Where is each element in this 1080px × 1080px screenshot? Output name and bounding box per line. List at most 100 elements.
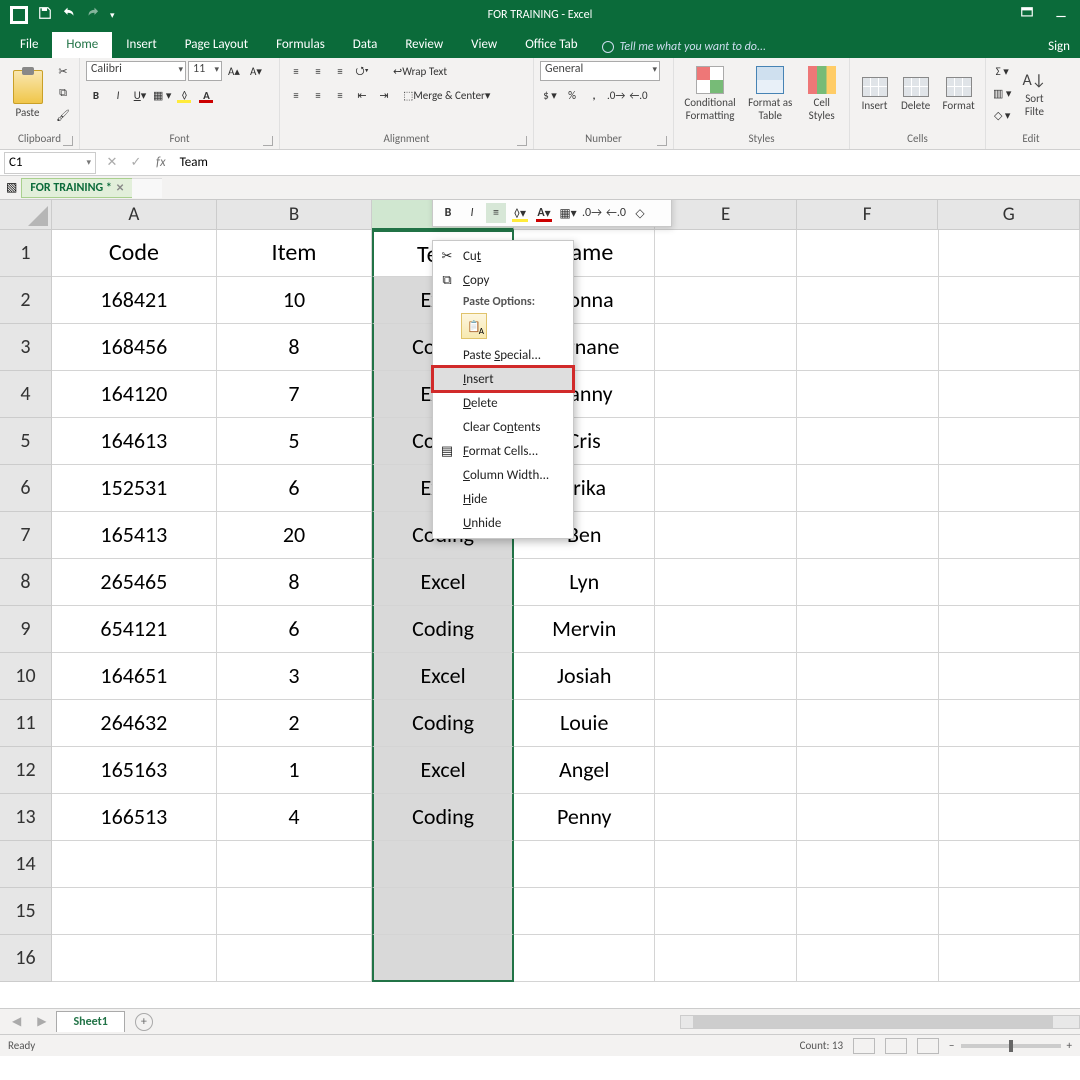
cell-C8[interactable]: Excel — [372, 559, 514, 606]
ctx-copy[interactable]: ⧉Copy — [433, 268, 573, 292]
cell-G6[interactable] — [939, 465, 1080, 512]
insert-cells-button[interactable]: Insert — [856, 61, 893, 127]
zoom-in-icon[interactable]: + — [1067, 1039, 1072, 1052]
fx-icon[interactable]: fx — [148, 155, 174, 170]
cell-D11[interactable]: Louie — [514, 700, 656, 747]
cell-F10[interactable] — [797, 653, 939, 700]
wrap-text-button[interactable]: ↩ Wrap Text — [386, 61, 454, 81]
cell-B15[interactable] — [217, 888, 372, 935]
zoom-out-icon[interactable]: − — [949, 1039, 954, 1052]
dialog-launcher-icon[interactable] — [263, 136, 273, 146]
row-header-7[interactable]: 7 — [0, 512, 52, 559]
cell-G11[interactable] — [939, 700, 1080, 747]
cell-A11[interactable]: 264632 — [52, 700, 217, 747]
cell-F13[interactable] — [797, 794, 939, 841]
cell-E5[interactable] — [655, 418, 797, 465]
ctx-format-cells[interactable]: ▤Format Cells... — [433, 439, 573, 463]
cell-G13[interactable] — [939, 794, 1080, 841]
align-right-icon[interactable]: ≡ — [330, 85, 350, 105]
mini-align-center-icon[interactable]: ≡ — [486, 203, 506, 223]
cell-B16[interactable] — [217, 935, 372, 982]
worksheet-grid[interactable]: ABCDEFG 12345678910111213141516 CodeItem… — [0, 200, 1080, 1008]
ctx-cut[interactable]: ✂Cut — [433, 244, 573, 268]
cell-B1[interactable]: Item — [217, 230, 372, 277]
cell-G9[interactable] — [939, 606, 1080, 653]
cell-F1[interactable] — [797, 230, 939, 277]
tell-me-search[interactable]: Tell me what you want to do... — [592, 36, 776, 58]
delete-cells-button[interactable]: Delete — [897, 61, 934, 127]
dialog-launcher-icon[interactable] — [63, 136, 73, 146]
row-header-9[interactable]: 9 — [0, 606, 52, 653]
cell-G1[interactable] — [939, 230, 1080, 277]
column-header-G[interactable]: G — [938, 200, 1080, 230]
fill-color-button[interactable]: ◊ — [174, 85, 194, 105]
name-box[interactable]: C1▾ — [4, 152, 96, 174]
align-bottom-icon[interactable]: ≡ — [330, 61, 350, 81]
page-break-view-icon[interactable] — [917, 1038, 939, 1054]
font-size-select[interactable]: 11 — [188, 61, 222, 81]
ctx-unhide[interactable]: Unhide — [433, 511, 573, 535]
menu-tab-home[interactable]: Home — [52, 32, 112, 58]
cell-E11[interactable] — [655, 700, 797, 747]
cell-A1[interactable]: Code — [52, 230, 217, 277]
cell-B10[interactable]: 3 — [217, 653, 372, 700]
close-icon[interactable]: ✕ — [116, 181, 124, 194]
conditional-formatting-button[interactable]: Conditional Formatting — [680, 61, 740, 127]
dialog-launcher-icon[interactable] — [517, 136, 527, 146]
row-header-6[interactable]: 6 — [0, 465, 52, 512]
select-all-corner[interactable] — [0, 200, 52, 230]
mini-bold-button[interactable]: B — [438, 203, 458, 223]
cell-G7[interactable] — [939, 512, 1080, 559]
align-center-icon[interactable]: ≡ — [308, 85, 328, 105]
cell-A9[interactable]: 654121 — [52, 606, 217, 653]
format-painter-icon[interactable]: 🖌 — [53, 105, 73, 125]
orientation-icon[interactable]: ⭯▾ — [352, 61, 372, 81]
border-button[interactable]: ▦ ▾ — [152, 85, 172, 105]
page-layout-view-icon[interactable] — [885, 1038, 907, 1054]
underline-button[interactable]: U ▾ — [130, 85, 150, 105]
ctx-insert[interactable]: Insert — [433, 367, 573, 391]
cell-F2[interactable] — [797, 277, 939, 324]
cell-C16[interactable] — [372, 935, 514, 982]
cell-A4[interactable]: 164120 — [52, 371, 217, 418]
font-name-select[interactable]: Calibri — [86, 61, 186, 81]
font-color-button[interactable]: A — [196, 85, 216, 105]
cell-F8[interactable] — [797, 559, 939, 606]
decrease-indent-icon[interactable]: ⇤ — [352, 85, 372, 105]
cell-C15[interactable] — [372, 888, 514, 935]
cell-F15[interactable] — [797, 888, 939, 935]
cell-D14[interactable] — [514, 841, 656, 888]
cell-B6[interactable]: 6 — [217, 465, 372, 512]
cell-A5[interactable]: 164613 — [52, 418, 217, 465]
cell-D8[interactable]: Lyn — [514, 559, 656, 606]
cell-A7[interactable]: 165413 — [52, 512, 217, 559]
increase-indent-icon[interactable]: ⇥ — [374, 85, 394, 105]
cell-B5[interactable]: 5 — [217, 418, 372, 465]
increase-decimal-icon[interactable]: .0→ — [606, 85, 626, 105]
mini-clear-format-icon[interactable]: ◇ — [630, 203, 650, 223]
accounting-format-icon[interactable]: $ ▾ — [540, 85, 560, 105]
cell-D16[interactable] — [514, 935, 656, 982]
sheet-nav-prev-icon[interactable]: ◀ — [6, 1014, 27, 1029]
cell-F7[interactable] — [797, 512, 939, 559]
cell-E9[interactable] — [655, 606, 797, 653]
column-header-B[interactable]: B — [217, 200, 373, 230]
cell-E12[interactable] — [655, 747, 797, 794]
row-header-1[interactable]: 1 — [0, 230, 52, 277]
cell-G16[interactable] — [939, 935, 1080, 982]
cell-C11[interactable]: Coding — [372, 700, 514, 747]
cell-A15[interactable] — [52, 888, 217, 935]
align-left-icon[interactable]: ≡ — [286, 85, 306, 105]
cell-A2[interactable]: 168421 — [52, 277, 217, 324]
format-cells-button[interactable]: Format — [938, 61, 979, 127]
row-header-5[interactable]: 5 — [0, 418, 52, 465]
menu-tab-formulas[interactable]: Formulas — [262, 32, 339, 58]
mini-decrease-decimal-icon[interactable]: ←.0 — [606, 203, 626, 223]
row-header-13[interactable]: 13 — [0, 794, 52, 841]
normal-view-icon[interactable] — [853, 1038, 875, 1054]
cell-F12[interactable] — [797, 747, 939, 794]
ctx-clear-contents[interactable]: Clear Contents — [433, 415, 573, 439]
number-format-select[interactable]: General — [540, 61, 660, 81]
format-as-table-button[interactable]: Format as Table — [744, 61, 796, 127]
cell-E8[interactable] — [655, 559, 797, 606]
